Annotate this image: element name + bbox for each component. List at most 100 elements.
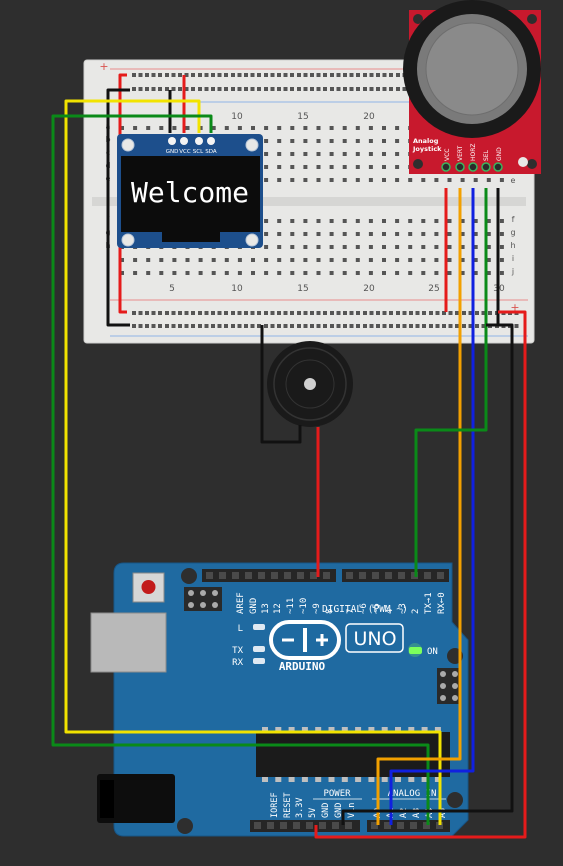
breadboard-hole bbox=[178, 87, 182, 91]
breadboard-hole bbox=[382, 165, 386, 169]
breadboard-hole bbox=[429, 311, 433, 315]
breadboard-hole bbox=[316, 139, 321, 143]
reset-button-cap[interactable] bbox=[141, 580, 156, 594]
breadboard-hole bbox=[237, 311, 242, 315]
breadboard-hole bbox=[211, 324, 215, 328]
breadboard-hole bbox=[356, 311, 360, 315]
breadboard-hole bbox=[191, 87, 195, 91]
breadboard-hole bbox=[499, 178, 504, 182]
breadboard-hole bbox=[396, 324, 400, 328]
breadboard-hole bbox=[283, 324, 288, 328]
header-pin bbox=[206, 572, 213, 579]
breadboard-hole bbox=[211, 311, 215, 315]
breadboard-hole bbox=[415, 311, 420, 315]
breadboard-hole bbox=[408, 219, 413, 223]
breadboard-hole bbox=[290, 245, 295, 249]
piezo-buzzer[interactable] bbox=[267, 341, 353, 427]
breadboard-hole bbox=[389, 324, 393, 328]
breadboard-hole bbox=[376, 87, 380, 91]
breadboard-hole bbox=[178, 73, 182, 77]
header-pin bbox=[372, 572, 379, 579]
breadboard-hole bbox=[330, 311, 334, 315]
breadboard-hole bbox=[277, 126, 282, 130]
header-pin bbox=[410, 822, 417, 829]
breadboard-hole bbox=[395, 232, 400, 236]
breadboard-hole bbox=[368, 232, 373, 236]
breadboard-hole bbox=[198, 73, 202, 77]
breadboard-hole bbox=[402, 311, 407, 315]
joystick-title: Analog bbox=[413, 137, 439, 145]
breadboard-hole bbox=[237, 126, 242, 130]
breadboard-hole bbox=[488, 311, 492, 315]
power-header[interactable] bbox=[250, 820, 450, 832]
breadboard-hole bbox=[316, 152, 321, 156]
col-number-bottom: 15 bbox=[297, 284, 308, 294]
analog-joystick[interactable]: Analog Joystick VCC VERT HORZ SEL GND bbox=[403, 0, 541, 174]
breadboard-hole bbox=[277, 165, 282, 169]
header-pin bbox=[232, 572, 239, 579]
breadboard-hole bbox=[499, 232, 504, 236]
chip-leg bbox=[341, 777, 348, 782]
breadboard-hole bbox=[409, 324, 413, 328]
breadboard-hole bbox=[376, 311, 380, 315]
breadboard-hole bbox=[421, 232, 426, 236]
breadboard-hole bbox=[382, 87, 387, 91]
breadboard-hole bbox=[382, 311, 387, 315]
arduino-uno[interactable]: AREF GND 13 12 ~11 ~10 ~9 8 7 ~6 ~5 4 ~3… bbox=[90, 562, 469, 837]
usb-port[interactable] bbox=[90, 612, 167, 673]
header-pin bbox=[254, 822, 261, 829]
breadboard-hole bbox=[310, 73, 314, 77]
breadboard-hole bbox=[277, 232, 282, 236]
breadboard-hole bbox=[211, 271, 216, 275]
breadboard-hole bbox=[329, 271, 334, 275]
breadboard-hole bbox=[133, 258, 138, 262]
breadboard-hole bbox=[316, 219, 321, 223]
breadboard-hole bbox=[297, 324, 301, 328]
header-pin bbox=[280, 822, 287, 829]
breadboard-hole bbox=[368, 258, 373, 262]
header-pin bbox=[437, 572, 444, 579]
breadboard-hole bbox=[323, 87, 327, 91]
breadboard-hole bbox=[244, 73, 248, 77]
breadboard-hole bbox=[224, 258, 229, 262]
breadboard-hole bbox=[455, 324, 459, 328]
breadboard-hole bbox=[395, 126, 400, 130]
breadboard-hole bbox=[158, 324, 162, 328]
pin-label: RX←0 bbox=[437, 592, 447, 614]
breadboard-hole bbox=[264, 232, 269, 236]
pin-label: ~10 bbox=[299, 598, 309, 614]
breadboard-hole bbox=[447, 271, 452, 275]
breadboard-hole bbox=[290, 311, 294, 315]
breadboard-hole bbox=[171, 87, 176, 91]
oled-pin-label: GND bbox=[166, 149, 179, 155]
breadboard-hole bbox=[146, 258, 151, 262]
breadboard-hole bbox=[336, 87, 341, 91]
breadboard-hole bbox=[434, 245, 439, 249]
breadboard-hole bbox=[264, 73, 268, 77]
breadboard-hole bbox=[460, 178, 465, 182]
breadboard-hole bbox=[421, 245, 426, 249]
pin-label: GND bbox=[321, 803, 331, 818]
breadboard-hole bbox=[237, 73, 242, 77]
breadboard-hole bbox=[409, 311, 413, 315]
breadboard-hole bbox=[447, 219, 452, 223]
chip-leg bbox=[368, 777, 375, 782]
oled-display[interactable]: Welcome GND VCC SCL SDA bbox=[117, 134, 263, 248]
breadboard-hole bbox=[138, 87, 143, 91]
breadboard-hole bbox=[184, 311, 189, 315]
breadboard-hole bbox=[251, 271, 255, 275]
digital-header[interactable] bbox=[202, 569, 449, 582]
breadboard-hole bbox=[264, 219, 269, 223]
breadboard-hole bbox=[264, 126, 269, 130]
breadboard-hole bbox=[376, 73, 380, 77]
breadboard-hole bbox=[395, 178, 400, 182]
breadboard-hole bbox=[224, 73, 228, 77]
breadboard-hole bbox=[368, 165, 373, 169]
breadboard-hole bbox=[165, 324, 169, 328]
breadboard-hole bbox=[323, 311, 327, 315]
breadboard-hole bbox=[133, 126, 138, 130]
joystick-pin-label: VERT bbox=[457, 145, 464, 161]
breadboard-hole bbox=[290, 271, 295, 275]
breadboard-hole bbox=[264, 165, 269, 169]
breadboard-hole bbox=[349, 324, 354, 328]
